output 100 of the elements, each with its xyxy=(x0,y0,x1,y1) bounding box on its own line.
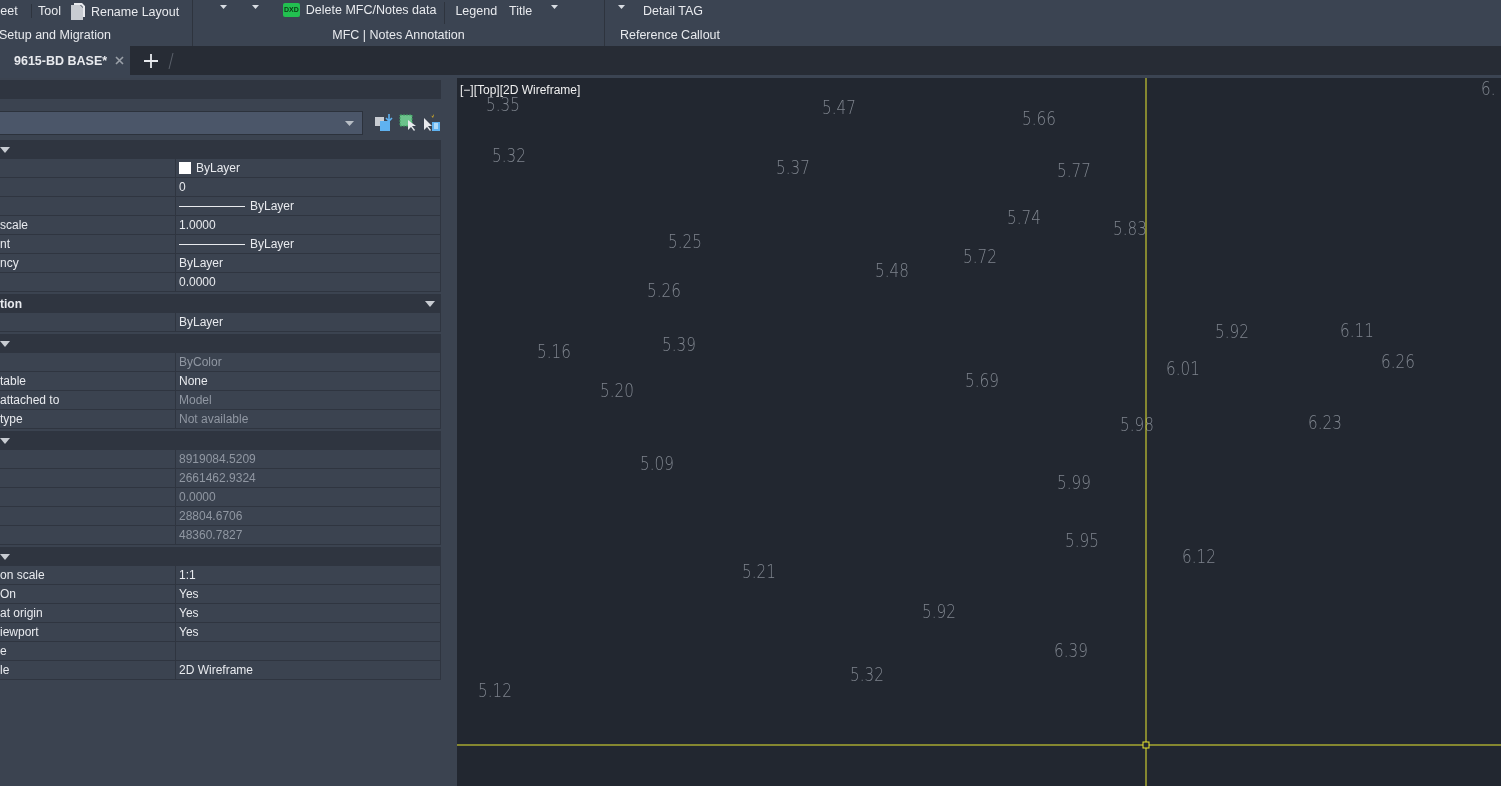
document-tab[interactable]: 9615-BD BASE* xyxy=(0,46,131,75)
ribbon-group-label: Reference Callout xyxy=(618,28,722,42)
property-value[interactable]: ByLayer xyxy=(176,197,441,215)
property-value[interactable]: Yes xyxy=(176,623,441,641)
elevation-label: 5.66 xyxy=(1022,107,1056,129)
property-name: at origin xyxy=(0,604,176,622)
value-text: None xyxy=(179,374,208,388)
value-text: 48360.7827 xyxy=(179,528,243,542)
property-value[interactable]: Yes xyxy=(176,604,441,622)
elevation-label: 5.21 xyxy=(742,560,776,582)
ribbon-button[interactable]: Title xyxy=(503,4,539,18)
property-name: iewport xyxy=(0,623,176,641)
value-text: ByLayer xyxy=(179,256,224,270)
property-value[interactable]: 1.0000 xyxy=(176,216,441,234)
elevation-label: 6.23 xyxy=(1308,411,1342,433)
elevation-label: 6. xyxy=(1481,78,1496,99)
value-text: 28804.6706 xyxy=(179,509,243,523)
add-icon[interactable] xyxy=(144,53,159,68)
caret-icon xyxy=(219,5,227,9)
property-value[interactable]: 1:1 xyxy=(176,566,441,584)
value-text: 1:1 xyxy=(179,568,196,582)
document-icon xyxy=(70,3,85,20)
value-text: Yes xyxy=(179,606,199,620)
caret-icon xyxy=(617,5,625,9)
value-text: 0 xyxy=(179,180,186,194)
property-name: attached to xyxy=(0,391,176,409)
property-value[interactable]: 0 xyxy=(176,178,441,196)
value-text: ByLayer xyxy=(250,237,295,251)
value-text: 2661462.9324 xyxy=(179,471,256,485)
linetype-sample-icon xyxy=(179,243,245,245)
elevation-label: 5.12 xyxy=(478,679,512,701)
property-name: on scale xyxy=(0,566,176,584)
elevation-label: 5.95 xyxy=(1065,529,1099,551)
elevation-label: 5.74 xyxy=(1007,206,1041,228)
ribbon-group-label: MFC | Notes Annotation xyxy=(331,28,466,42)
elevation-label: 5.92 xyxy=(922,600,956,622)
property-value[interactable]: ByLayer xyxy=(176,159,441,177)
elevation-label: 5.77 xyxy=(1057,159,1091,181)
elevation-label: 5.39 xyxy=(662,333,696,355)
linetype-sample-icon xyxy=(179,205,245,207)
elevation-label: 6.39 xyxy=(1054,639,1088,661)
collapse-icon[interactable] xyxy=(0,553,10,560)
quick-select-icon[interactable] xyxy=(423,114,441,132)
property-value[interactable]: ByLayer xyxy=(176,254,441,272)
value-text: Yes xyxy=(179,625,199,639)
elevation-label: 5.92 xyxy=(1215,320,1249,342)
value-text: 0.0000 xyxy=(179,490,216,504)
value-text: ByLayer xyxy=(196,161,241,175)
tab-divider-icon xyxy=(168,52,175,69)
value-text: ByLayer xyxy=(179,315,224,329)
elevation-label: 5.48 xyxy=(875,259,909,281)
crosshair-cursor-icon xyxy=(457,78,1501,786)
elevation-label: 5.09 xyxy=(640,452,674,474)
caret-icon xyxy=(550,5,558,9)
elevation-label: 5.26 xyxy=(647,279,681,301)
property-value[interactable]: Yes xyxy=(176,585,441,603)
collapse-icon[interactable] xyxy=(425,300,435,307)
ribbon-button[interactable]: eet xyxy=(0,4,32,18)
property-name: le xyxy=(0,661,176,679)
elevation-label: 5.20 xyxy=(600,379,634,401)
value-text: Model xyxy=(179,393,212,407)
elevation-label: 5.37 xyxy=(776,156,810,178)
collapse-icon[interactable] xyxy=(0,437,10,444)
property-name: e xyxy=(0,642,176,660)
select-objects-icon[interactable] xyxy=(399,114,417,132)
tab-title: 9615-BD BASE* xyxy=(14,53,108,68)
property-name: On xyxy=(0,585,176,603)
collapse-icon[interactable] xyxy=(0,146,10,153)
value-text: ByColor xyxy=(179,355,222,369)
elevation-label: 6.01 xyxy=(1166,357,1200,379)
elevation-label: 5.25 xyxy=(668,230,702,252)
elevation-label: 5.72 xyxy=(963,245,997,267)
ribbon-button[interactable]: Tool xyxy=(32,4,67,18)
value-text: 1.0000 xyxy=(179,218,216,232)
ribbon-button[interactable]: Detail TAG xyxy=(637,4,709,18)
elevation-label: 5.69 xyxy=(965,369,999,391)
value-text: Not available xyxy=(179,412,249,426)
elevation-label: 6.26 xyxy=(1381,350,1415,372)
ribbon-button[interactable]: Rename Layout xyxy=(66,3,184,20)
section-header[interactable]: tion xyxy=(0,294,441,313)
value-text: 8919084.5209 xyxy=(179,452,256,466)
elevation-label: 5.32 xyxy=(850,663,884,685)
property-value[interactable]: ByLayer xyxy=(176,313,441,331)
collapse-icon[interactable] xyxy=(0,340,10,347)
caret-icon xyxy=(345,120,354,126)
value-text: ByLayer xyxy=(250,199,295,213)
property-value[interactable]: ByLayer xyxy=(176,235,441,253)
toggle-pickadd-icon[interactable] xyxy=(375,114,393,132)
value-text: 2D Wireframe xyxy=(179,663,253,677)
property-value[interactable]: 2D Wireframe xyxy=(176,661,441,679)
property-value[interactable]: 0.0000 xyxy=(176,273,441,291)
property-value[interactable]: None xyxy=(176,372,441,390)
property-name: scale xyxy=(0,216,176,234)
elevation-label: 5.47 xyxy=(822,96,856,118)
property-name: nt xyxy=(0,235,176,253)
section-title: tion xyxy=(0,296,22,311)
ribbon-button[interactable]: Legend xyxy=(449,4,504,18)
close-icon[interactable] xyxy=(115,56,125,65)
value-text: 0.0000 xyxy=(179,275,216,289)
value-text: Yes xyxy=(179,587,199,601)
